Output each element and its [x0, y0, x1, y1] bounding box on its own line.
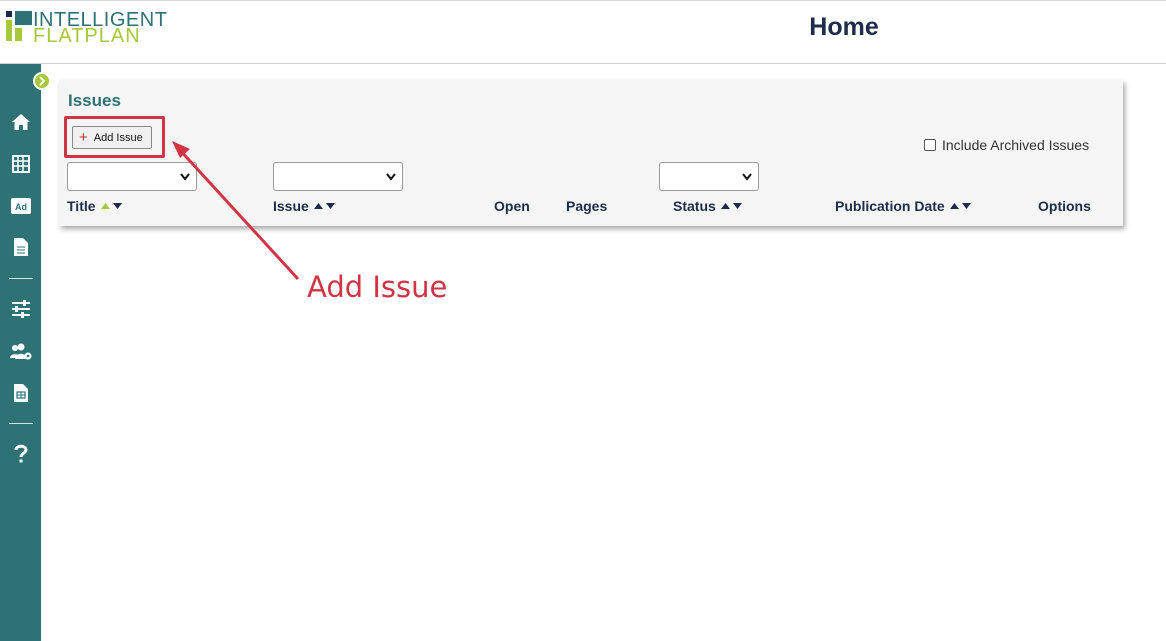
column-label: Issue	[273, 198, 309, 214]
app-logo[interactable]: INTELLIGENT FLATPLAN	[6, 9, 206, 47]
sidebar: Ad	[0, 64, 41, 641]
column-header-title[interactable]: Title	[67, 198, 122, 214]
issues-title: Issues	[68, 91, 121, 110]
sidebar-toggle-button[interactable]	[33, 72, 51, 90]
sort-controls[interactable]	[313, 203, 335, 209]
chevron-down-icon	[386, 173, 396, 181]
sort-controls[interactable]	[100, 203, 122, 209]
sort-desc-icon[interactable]	[325, 203, 335, 209]
sort-controls[interactable]	[949, 203, 971, 209]
column-label: Open	[494, 198, 530, 214]
grid-icon	[12, 155, 30, 173]
sort-asc-icon[interactable]	[949, 203, 959, 209]
sort-desc-icon[interactable]	[961, 203, 971, 209]
sort-asc-icon[interactable]	[313, 203, 323, 209]
sidebar-divider	[9, 278, 33, 279]
sidebar-item-users[interactable]	[10, 341, 32, 363]
sidebar-item-help[interactable]	[10, 443, 32, 465]
chevron-down-icon	[742, 173, 752, 181]
svg-text:Ad: Ad	[15, 202, 27, 212]
page-title: Home	[809, 13, 879, 41]
column-label: Pages	[566, 198, 608, 214]
column-label: Options	[1038, 198, 1091, 214]
logo-mark-icon	[6, 11, 32, 41]
column-header-pages: Pages	[566, 198, 607, 214]
document-icon	[14, 238, 28, 256]
report-icon	[14, 384, 28, 402]
sort-asc-icon[interactable]	[100, 203, 110, 209]
sort-controls[interactable]	[720, 203, 742, 209]
title-filter-select[interactable]	[67, 162, 197, 191]
column-header-open: Open	[494, 198, 530, 214]
chevron-down-icon	[180, 173, 190, 181]
issues-panel: Issues + Add Issue Include Archived Issu…	[59, 80, 1123, 226]
column-label: Publication Date	[835, 198, 945, 214]
column-label: Status	[673, 198, 716, 214]
include-archived-label: Include Archived Issues	[942, 137, 1090, 153]
home-icon	[12, 114, 30, 130]
column-label: Title	[67, 198, 96, 214]
sort-desc-icon[interactable]	[732, 203, 742, 209]
sidebar-item-ads[interactable]: Ad	[10, 195, 32, 217]
annotation-highlight-box	[64, 116, 165, 158]
sliders-icon	[12, 300, 30, 318]
annotation-label: Add Issue	[307, 270, 448, 304]
sidebar-item-settings[interactable]	[10, 298, 32, 320]
sidebar-item-flatplan[interactable]	[10, 153, 32, 175]
column-header-status[interactable]: Status	[673, 198, 742, 214]
sidebar-item-home[interactable]	[10, 111, 32, 133]
column-header-publication-date[interactable]: Publication Date	[835, 198, 971, 214]
include-archived-checkbox[interactable]	[924, 139, 936, 151]
issue-filter-select[interactable]	[273, 162, 403, 191]
sort-desc-icon[interactable]	[112, 203, 122, 209]
status-filter-select[interactable]	[659, 162, 759, 191]
sidebar-item-reports[interactable]	[10, 382, 32, 404]
column-header-issue[interactable]: Issue	[273, 198, 335, 214]
sidebar-item-documents[interactable]	[10, 236, 32, 258]
ad-icon: Ad	[11, 198, 31, 214]
chevron-right-icon	[39, 76, 46, 86]
logo-text-flatplan: FLATPLAN	[33, 25, 141, 47]
column-header-options: Options	[1038, 198, 1091, 214]
sidebar-divider	[9, 423, 33, 424]
sort-asc-icon[interactable]	[720, 203, 730, 209]
include-archived-toggle[interactable]: Include Archived Issues	[924, 137, 1089, 153]
users-gear-icon	[10, 343, 32, 360]
top-header: INTELLIGENT FLATPLAN Home	[0, 0, 1166, 64]
help-icon	[14, 444, 28, 463]
